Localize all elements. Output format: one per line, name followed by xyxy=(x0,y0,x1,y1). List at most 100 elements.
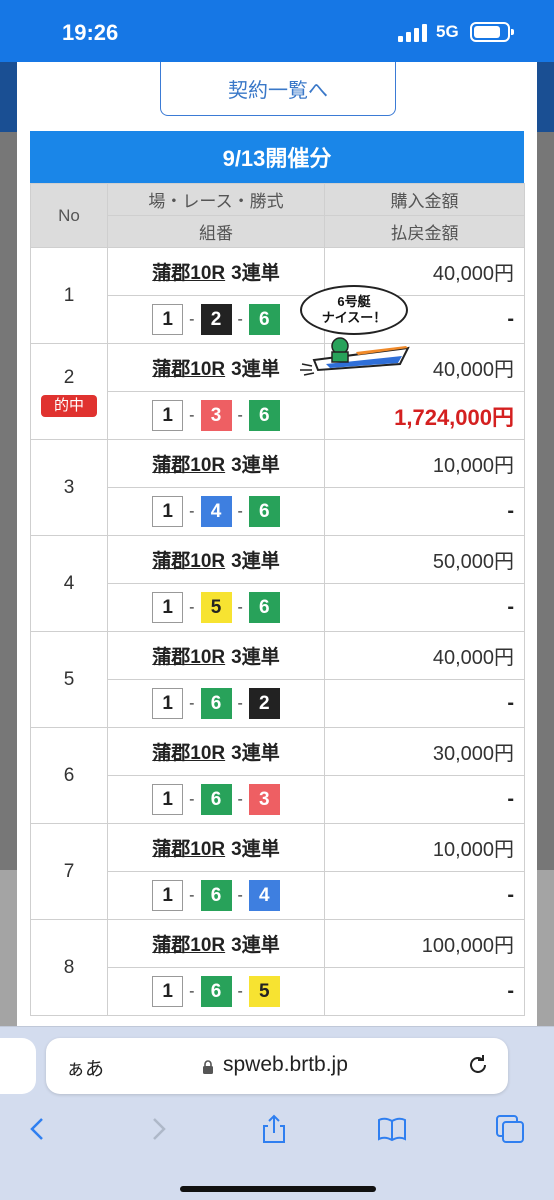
race-link[interactable]: 蒲郡10R xyxy=(152,743,225,764)
boat-number: 3 xyxy=(248,784,280,815)
race-link[interactable]: 蒲郡10R xyxy=(152,455,225,476)
url-text: spweb.brtb.jp xyxy=(223,1053,348,1076)
combo-cell: 1-3-6 xyxy=(107,391,325,440)
row-number: 2 的中 xyxy=(30,343,108,440)
row-number: 8 xyxy=(30,919,108,1016)
combo-separator: - xyxy=(237,598,243,616)
row-number: 5 xyxy=(30,631,108,728)
col-combo-header: 組番 xyxy=(107,215,325,248)
combo-cell: 1-6-4 xyxy=(107,871,325,920)
boat-number: 1 xyxy=(152,592,184,623)
contract-list-button[interactable]: 契約一覧へ xyxy=(160,62,396,116)
network-label: 5G xyxy=(436,22,459,41)
speech-bubble: 6号艇 ナイスー！ xyxy=(300,285,408,335)
combination: 1-3-6 xyxy=(152,400,280,431)
race-link[interactable]: 蒲郡10R xyxy=(152,551,225,572)
combo-separator: - xyxy=(237,406,243,424)
race-cell: 蒲郡10R 3連単 xyxy=(107,919,325,968)
boat-number: 1 xyxy=(152,976,184,1007)
table-row: 6 蒲郡10R 3連単 30,000円 xyxy=(30,727,525,824)
previous-tab-peek[interactable] xyxy=(0,1038,36,1094)
race-cell: 蒲郡10R 3連単 xyxy=(107,439,325,488)
combination: 1-6-2 xyxy=(152,688,280,719)
bet-type: 3連単 xyxy=(231,359,280,380)
row-number: 6 xyxy=(30,727,108,824)
payout-amount: - xyxy=(324,487,525,536)
combo-separator: - xyxy=(237,982,243,1000)
boat-number: 2 xyxy=(200,304,232,335)
combo-cell: 1-4-6 xyxy=(107,487,325,536)
race-cell: 蒲郡10R 3連単 xyxy=(107,343,325,392)
purchase-amount: 30,000円 xyxy=(324,727,525,776)
race-cell: 蒲郡10R 3連単 xyxy=(107,823,325,872)
row-number: 7 xyxy=(30,823,108,920)
row-number: 4 xyxy=(30,535,108,632)
payout-amount: - xyxy=(324,967,525,1016)
combo-separator: - xyxy=(237,694,243,712)
address-bar[interactable]: ぁあ spweb.brtb.jp xyxy=(46,1038,508,1094)
race-link[interactable]: 蒲郡10R xyxy=(152,359,225,380)
col-race-header: 場・レース・勝式 xyxy=(107,183,325,216)
reload-icon[interactable] xyxy=(466,1053,490,1077)
bet-type: 3連単 xyxy=(231,551,280,572)
combination: 1-6-3 xyxy=(152,784,280,815)
race-link[interactable]: 蒲郡10R xyxy=(152,647,225,668)
combination: 1-6-5 xyxy=(152,976,280,1007)
boat-number: 6 xyxy=(200,976,232,1007)
combo-cell: 1-6-5 xyxy=(107,967,325,1016)
bet-type: 3連単 xyxy=(231,743,280,764)
combo-separator: - xyxy=(189,502,195,520)
combo-separator: - xyxy=(237,886,243,904)
bubble-line-1: 6号艇 xyxy=(337,294,371,309)
row-number: 3 xyxy=(30,439,108,536)
bookmarks-icon[interactable] xyxy=(376,1113,408,1145)
table-row: 4 蒲郡10R 3連単 50,000円 xyxy=(30,535,525,632)
status-time: 19:26 xyxy=(62,20,119,45)
boat-number: 1 xyxy=(152,784,184,815)
boat-number: 6 xyxy=(248,592,280,623)
boat-number: 6 xyxy=(248,304,280,335)
boat-number: 6 xyxy=(200,784,232,815)
boat-number: 4 xyxy=(248,880,280,911)
boat-number: 1 xyxy=(152,880,184,911)
bet-type: 3連単 xyxy=(231,839,280,860)
race-link[interactable]: 蒲郡10R xyxy=(152,935,225,956)
forward-icon[interactable] xyxy=(142,1113,174,1145)
battery-icon xyxy=(470,22,514,42)
tabs-icon[interactable] xyxy=(494,1113,526,1145)
combo-separator: - xyxy=(237,790,243,808)
bet-type: 3連単 xyxy=(231,263,280,284)
purchase-amount: 100,000円 xyxy=(324,919,525,968)
bubble-line-2: ナイスー！ xyxy=(321,310,387,325)
col-no-header: No xyxy=(30,183,108,248)
combo-separator: - xyxy=(189,982,195,1000)
combo-separator: - xyxy=(189,406,195,424)
reader-options-button[interactable]: ぁあ xyxy=(66,1054,104,1081)
table-row: 1 蒲郡10R 3連単 40,000円 xyxy=(30,247,525,344)
row-number-text: 4 xyxy=(63,572,75,594)
race-link[interactable]: 蒲郡10R xyxy=(152,839,225,860)
col-amount-header: 購入金額 xyxy=(324,183,525,216)
lock-icon xyxy=(203,1060,213,1074)
purchase-amount: 40,000円 xyxy=(324,631,525,680)
combo-cell: 1-6-3 xyxy=(107,775,325,824)
table-row: 7 蒲郡10R 3連単 10,000円 xyxy=(30,823,525,920)
race-link[interactable]: 蒲郡10R xyxy=(152,263,225,284)
row-number-text: 3 xyxy=(63,476,75,498)
payout-amount: - xyxy=(324,775,525,824)
bet-type: 3連単 xyxy=(231,647,280,668)
boat-number: 6 xyxy=(200,688,232,719)
row-number: 1 xyxy=(30,247,108,344)
col-payout-header: 払戻金額 xyxy=(324,215,525,248)
combo-cell: 1-6-2 xyxy=(107,679,325,728)
boat-number: 1 xyxy=(152,496,184,527)
combo-separator: - xyxy=(237,502,243,520)
boat-number: 5 xyxy=(248,976,280,1007)
share-icon[interactable] xyxy=(258,1113,290,1145)
combo-cell: 1-5-6 xyxy=(107,583,325,632)
table-row: 5 蒲郡10R 3連単 40,000円 xyxy=(30,631,525,728)
row-number-text: 6 xyxy=(63,764,75,786)
home-indicator xyxy=(180,1186,376,1192)
combination: 1-4-6 xyxy=(152,496,280,527)
back-icon[interactable] xyxy=(22,1113,54,1145)
